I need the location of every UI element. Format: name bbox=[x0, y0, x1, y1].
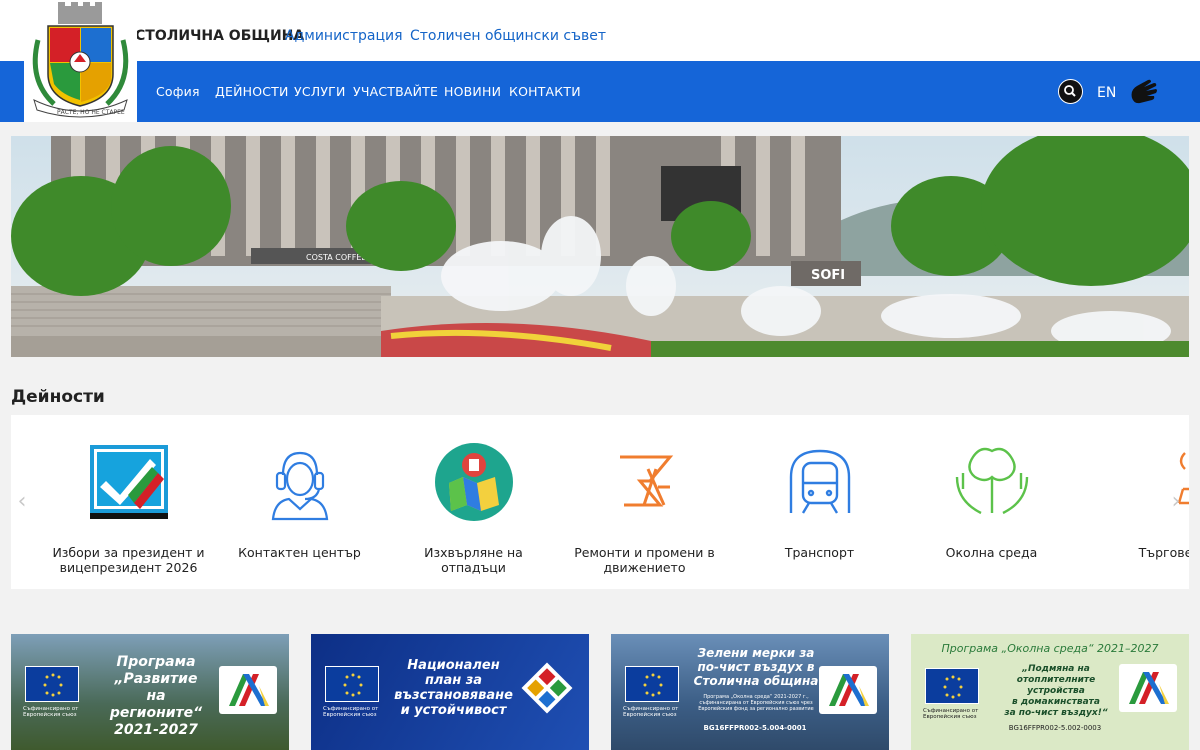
nav-item-activities[interactable]: ДЕЙНОСТИ bbox=[215, 84, 289, 99]
eu-flag-icon bbox=[25, 666, 79, 702]
activity-label: Търгове bbox=[1138, 545, 1189, 560]
waste-map-icon bbox=[433, 443, 515, 521]
banner-regions-program[interactable]: Съфинансирано от Европейския съюз Програ… bbox=[11, 634, 289, 750]
banner-line: възстановяване bbox=[394, 688, 513, 703]
crest-icon bbox=[32, 2, 129, 118]
banner-green-measures[interactable]: Съфинансирано от Европейския съюз Зелени… bbox=[611, 634, 889, 750]
hero-image: COSTA COFFEE SOFI bbox=[11, 136, 1189, 357]
site-name[interactable]: СТОЛИЧНА ОБЩИНА bbox=[135, 28, 304, 44]
recovery-pattern-icon bbox=[519, 660, 575, 716]
eu-caption: Съфинансирано от Европейския съюз bbox=[923, 708, 979, 720]
banner-line: за по-чист въздух!“ bbox=[1004, 708, 1108, 718]
banner-line: и устойчивост bbox=[400, 703, 507, 718]
banner-line: Столична община bbox=[693, 674, 819, 688]
search-icon bbox=[1064, 85, 1076, 97]
nav-item-sofia[interactable]: София bbox=[156, 84, 200, 99]
nav-item-news[interactable]: НОВИНИ bbox=[444, 84, 501, 99]
banner-title: Програма „Развитие на регионите“ 2021-20… bbox=[101, 654, 211, 739]
eu-flag-icon bbox=[625, 666, 679, 702]
banner-recovery-plan[interactable]: Съфинансирано от Европейския съюз Национ… bbox=[311, 634, 589, 750]
banner-code: BG16FFPR002-5.004-0001 bbox=[703, 724, 807, 732]
carousel-next-arrow[interactable]: › bbox=[1166, 490, 1186, 514]
traffic-cone-icon bbox=[604, 443, 686, 521]
eu-caption: Съфинансирано от Европейския съюз bbox=[23, 706, 79, 718]
program-logo-icon bbox=[1119, 664, 1177, 712]
ndk-photo: COSTA COFFEE SOFI bbox=[11, 136, 1189, 357]
eu-flag-icon bbox=[325, 666, 379, 702]
link-administration[interactable]: Администрация bbox=[285, 28, 403, 44]
sign-language-icon bbox=[1131, 79, 1157, 104]
banner-title: „Подмяна на отоплителните устройства в д… bbox=[991, 664, 1121, 719]
program-logo-icon bbox=[219, 666, 277, 714]
sofia-crest-logo[interactable]: РАСТЕ, НО НЕ СТАРЕЕ bbox=[24, 0, 137, 122]
banner-line: „Подмяна на bbox=[1022, 664, 1090, 674]
tree-hands-icon bbox=[951, 443, 1033, 521]
banner-heading: Програма „Околна среда“ 2021–2027 bbox=[941, 642, 1159, 655]
nav-item-contacts[interactable]: КОНТАКТИ bbox=[509, 84, 581, 99]
language-switch[interactable]: EN bbox=[1097, 85, 1116, 101]
sign-language-button[interactable] bbox=[1128, 76, 1160, 108]
link-city-council[interactable]: Столичен общински съвет bbox=[410, 28, 606, 44]
activity-label: Изхвърляне на отпадъци bbox=[424, 545, 523, 575]
eu-caption: Съфинансирано от Европейския съюз bbox=[323, 706, 379, 718]
activity-label: Ремонти и промени в движението bbox=[574, 545, 715, 575]
activities-carousel: Избори за президент и вицепрезидент 2026… bbox=[11, 415, 1189, 589]
banner-line: Национален bbox=[407, 658, 500, 673]
banner-line: в домакинствата bbox=[1012, 697, 1100, 707]
activities-title: Дейности bbox=[11, 387, 105, 407]
banner-line: отоплителните устройства bbox=[1016, 675, 1096, 696]
activity-label: Околна среда bbox=[945, 545, 1038, 560]
activity-card-elections[interactable]: Избори за президент и вицепрезидент 2026 bbox=[46, 415, 211, 589]
banner-line: план за bbox=[424, 673, 483, 688]
banner-title: Национален план за възстановяване и усто… bbox=[391, 658, 516, 718]
banner-line: Програма bbox=[116, 654, 196, 670]
hero-sign-sofia: SOFI bbox=[811, 268, 845, 283]
search-button[interactable] bbox=[1058, 79, 1083, 104]
banner-line: по-чист въздух в bbox=[697, 660, 815, 674]
metro-train-icon bbox=[779, 443, 861, 521]
activity-card-contact-center[interactable]: Контактен център bbox=[217, 415, 382, 589]
banner-small-text: Програма „Околна среда“ 2021-2027 г., съ… bbox=[698, 694, 814, 712]
activity-card-transport[interactable]: Транспорт bbox=[737, 415, 902, 589]
crest-motto: РАСТЕ, НО НЕ СТАРЕЕ bbox=[57, 109, 125, 116]
banner-line: Зелени мерки за bbox=[697, 646, 815, 660]
carousel-prev-arrow[interactable]: ‹ bbox=[12, 490, 32, 514]
activity-card-environment[interactable]: Околна среда bbox=[909, 415, 1074, 589]
banner-environment-program[interactable]: Програма „Околна среда“ 2021–2027 Съфина… bbox=[911, 634, 1189, 750]
program-logo-icon bbox=[819, 666, 877, 714]
main-nav: София ДЕЙНОСТИ УСЛУГИ УЧАСТВАЙТЕ НОВИНИ … bbox=[0, 61, 1200, 122]
activity-label: Транспорт bbox=[784, 545, 855, 560]
activity-card-waste[interactable]: Изхвърляне на отпадъци bbox=[391, 415, 556, 589]
nav-item-services[interactable]: УСЛУГИ bbox=[294, 84, 346, 99]
eu-caption: Съфинансирано от Европейския съюз bbox=[623, 706, 679, 718]
banner-title: Зелени мерки за по-чист въздух в Столичн… bbox=[691, 646, 821, 688]
activity-label: Избори за президент и вицепрезидент 2026 bbox=[52, 545, 205, 575]
banner-line: 2021-2027 bbox=[114, 722, 198, 738]
banner-code: BG16FFPR002-5.002-0003 bbox=[1008, 724, 1102, 732]
activity-label: Контактен център bbox=[238, 545, 361, 560]
banner-line: на регионите“ bbox=[109, 688, 203, 721]
nav-item-participate[interactable]: УЧАСТВАЙТЕ bbox=[353, 84, 438, 99]
activity-card-repairs[interactable]: Ремонти и промени в движението bbox=[562, 415, 727, 589]
ballot-check-icon bbox=[88, 443, 170, 521]
headset-operator-icon bbox=[259, 443, 341, 521]
banner-line: „Развитие bbox=[114, 671, 198, 687]
hero-sign-costa: COSTA COFFEE bbox=[306, 253, 366, 262]
eu-flag-icon bbox=[925, 668, 979, 704]
